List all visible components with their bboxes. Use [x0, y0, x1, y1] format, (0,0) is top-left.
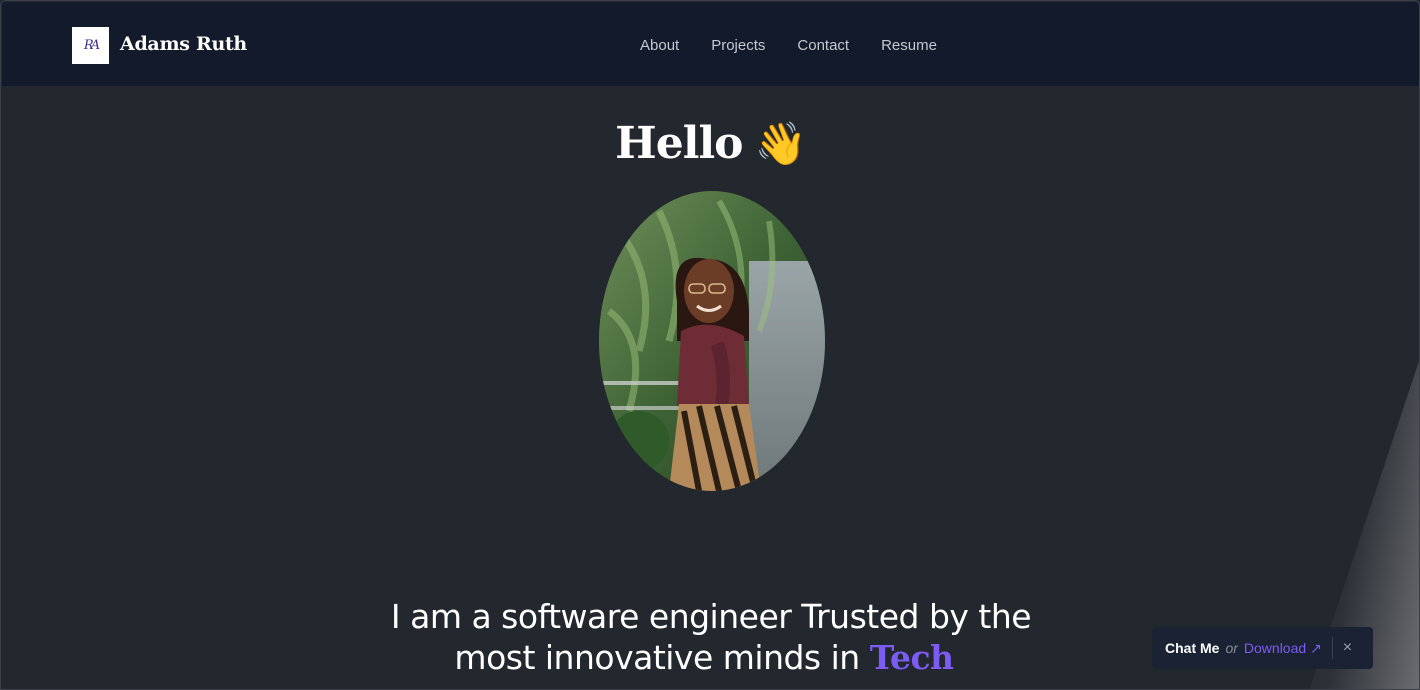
chat-divider: [1331, 637, 1333, 659]
tagline-accent: Tech: [869, 638, 954, 677]
close-icon[interactable]: ×: [1343, 639, 1352, 657]
nav-link-about[interactable]: About: [640, 37, 679, 54]
brand-name[interactable]: Adams Ruth: [120, 33, 247, 55]
download-link[interactable]: Download ↗: [1244, 640, 1322, 657]
hero-title: Hello 👋: [1, 118, 1419, 169]
chat-or-text: or: [1225, 640, 1238, 656]
page-frame: RA Adams Ruth About Projects Contact Res…: [0, 0, 1420, 690]
nav-link-resume[interactable]: Resume: [881, 37, 937, 54]
navbar: RA Adams Ruth About Projects Contact Res…: [2, 2, 1419, 86]
waving-hand-icon: 👋: [754, 119, 807, 167]
hello-heading: Hello: [615, 118, 743, 169]
nav-link-projects[interactable]: Projects: [711, 37, 765, 54]
logo-mark: RA: [83, 38, 100, 53]
tagline-line-2: most innovative minds in: [454, 638, 860, 677]
portrait-photo: [599, 191, 825, 491]
nav-link-contact[interactable]: Contact: [797, 37, 849, 54]
logo[interactable]: RA: [72, 27, 109, 64]
chat-me-link[interactable]: Chat Me: [1165, 640, 1219, 656]
chat-widget: Chat Me or Download ↗ ×: [1152, 627, 1373, 669]
tagline-line-1: I am a software engineer Trusted by the: [390, 597, 1032, 636]
nav-links: About Projects Contact Resume: [640, 37, 969, 54]
portrait-illustration: [599, 191, 825, 491]
